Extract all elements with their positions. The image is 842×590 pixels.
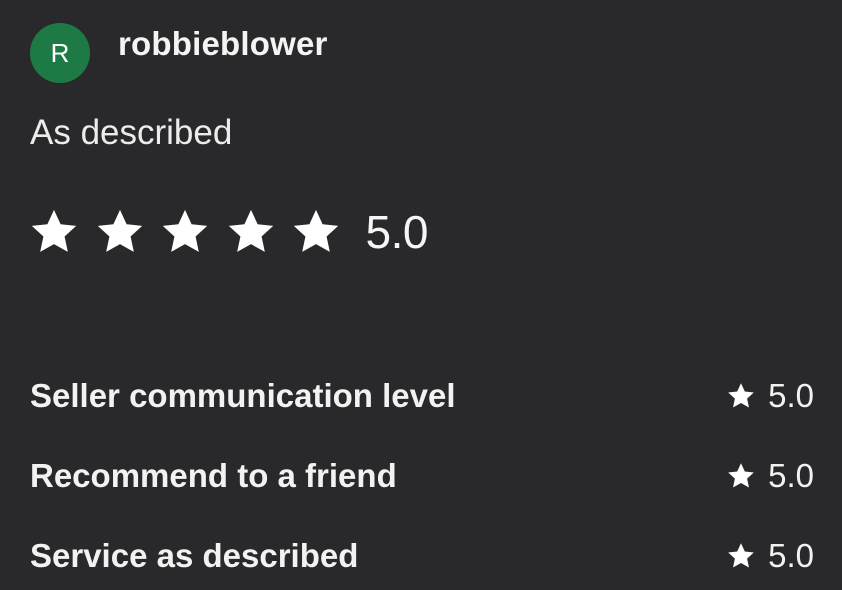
star-icon [225,206,277,258]
star-icon [290,206,342,258]
review-text: As described [30,113,233,152]
star-icon [726,461,756,491]
criteria-score: 5.0 [768,537,814,574]
criteria-row: Recommend to a friend 5.0 [30,436,814,516]
criteria-score: 5.0 [768,377,814,414]
criteria-rating: 5.0 [726,377,814,415]
star-icon [726,541,756,571]
criteria-rating: 5.0 [726,457,814,495]
star-icon [726,381,756,411]
criteria-label: Service as described [30,537,359,574]
criteria-row: Service as described 5.0 [30,516,814,590]
star-icon [159,206,211,258]
review-header: R robbieblower [30,23,327,83]
criteria-label: Seller communication level [30,377,456,414]
criteria-row: Seller communication level 5.0 [30,356,814,436]
avatar[interactable]: R [30,23,90,83]
star-icon [94,206,146,258]
criteria-list: Seller communication level 5.0 Recommend… [30,356,814,590]
overall-rating: 5.0 [28,203,428,261]
criteria-label: Recommend to a friend [30,457,397,494]
overall-score: 5.0 [365,206,429,258]
criteria-score: 5.0 [768,457,814,494]
username[interactable]: robbieblower [118,25,328,63]
criteria-rating: 5.0 [726,537,814,575]
star-icon [28,206,80,258]
